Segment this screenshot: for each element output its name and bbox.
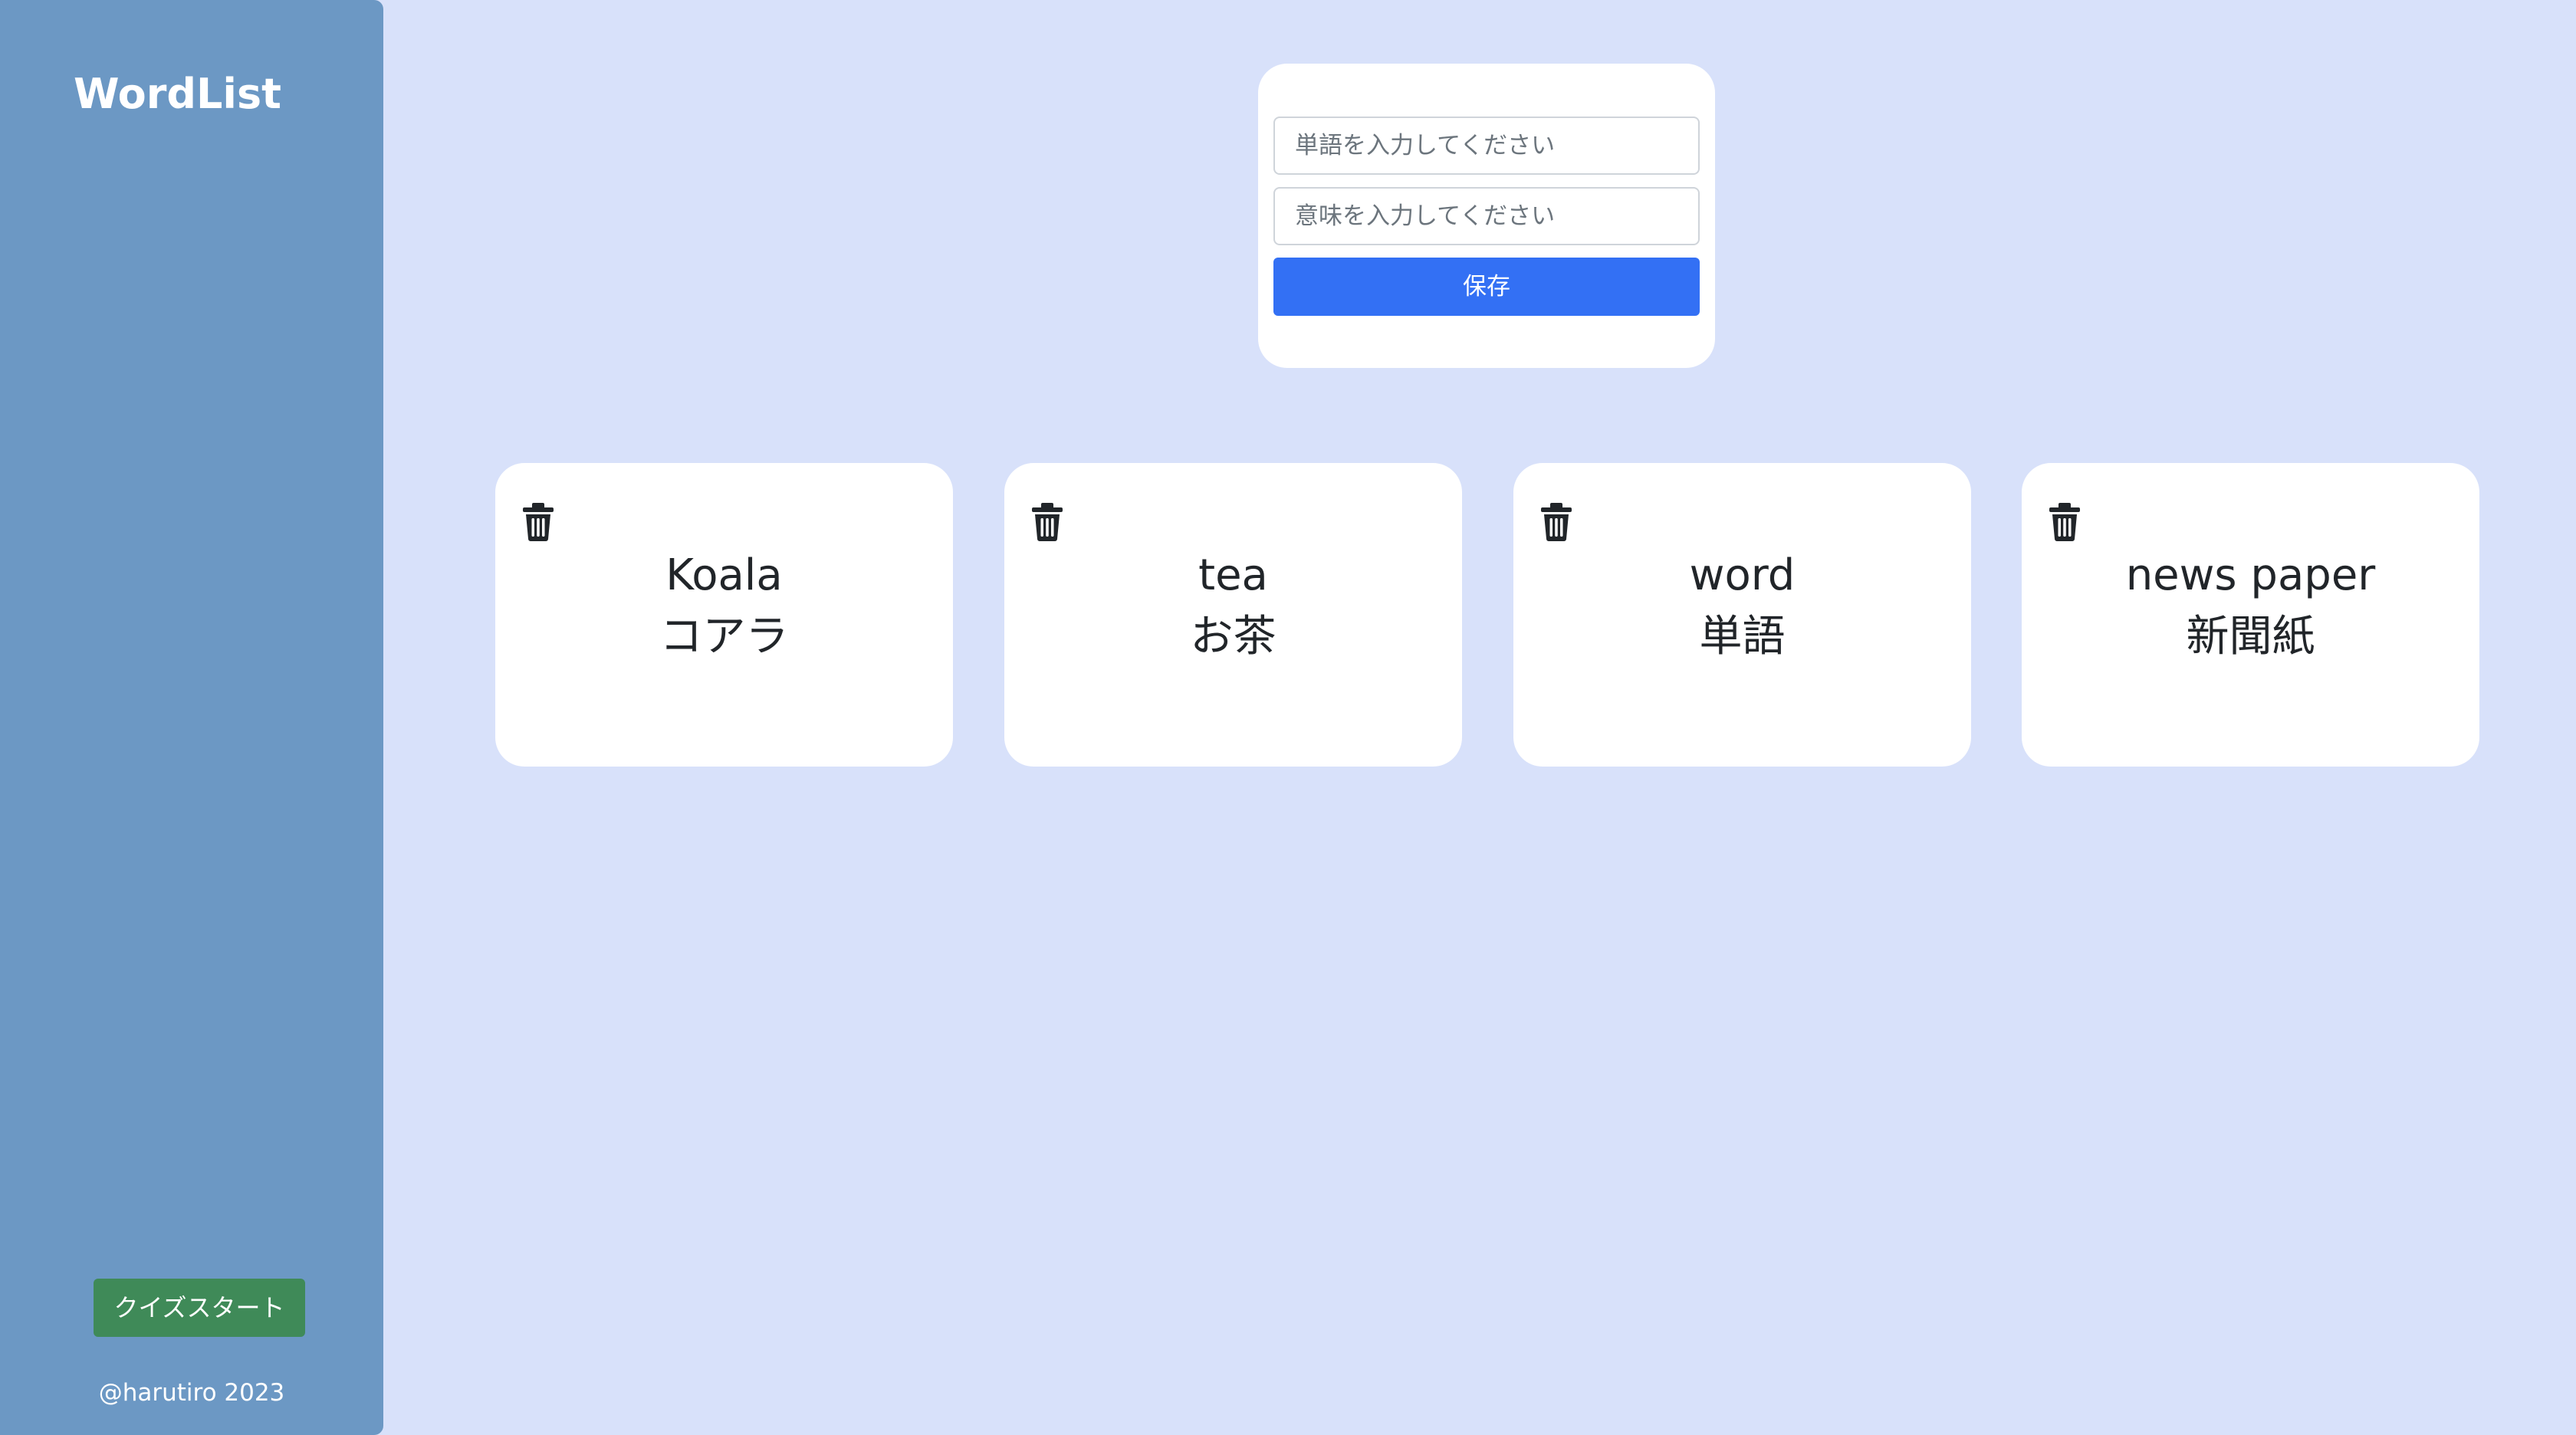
card-meaning: 単語 [1699, 612, 1786, 662]
quiz-start-button[interactable]: クイズスタート [94, 1279, 305, 1337]
app-title[interactable]: WordList [74, 67, 281, 121]
word-card: word 単語 [1513, 463, 1971, 767]
card-word: Koala [665, 550, 783, 600]
delete-button[interactable] [521, 503, 555, 541]
card-word: tea [1198, 550, 1268, 600]
word-card: Koala コアラ [495, 463, 953, 767]
save-button[interactable]: 保存 [1273, 258, 1700, 316]
card-meaning: お茶 [1190, 612, 1276, 662]
word-card: tea お茶 [1004, 463, 1462, 767]
card-word: news paper [2125, 550, 2376, 600]
copyright-text: @harutiro 2023 [98, 1379, 285, 1407]
card-meaning: コアラ [659, 612, 789, 662]
trash-icon [523, 503, 554, 541]
word-card: news paper 新聞紙 [2022, 463, 2479, 767]
sidebar: WordList クイズスタート @harutiro 2023 [0, 0, 383, 1435]
word-input[interactable] [1273, 117, 1700, 175]
card-word: word [1689, 550, 1796, 600]
trash-icon [2049, 503, 2080, 541]
delete-button[interactable] [1539, 503, 1573, 541]
add-word-form: 保存 [1258, 64, 1715, 368]
card-meaning: 新聞紙 [2186, 612, 2315, 662]
delete-button[interactable] [2048, 503, 2082, 541]
delete-button[interactable] [1030, 503, 1064, 541]
app-root: WordList クイズスタート @harutiro 2023 保存 Koala… [0, 0, 2576, 1435]
trash-icon [1541, 503, 1572, 541]
meaning-input[interactable] [1273, 187, 1700, 245]
trash-icon [1032, 503, 1063, 541]
